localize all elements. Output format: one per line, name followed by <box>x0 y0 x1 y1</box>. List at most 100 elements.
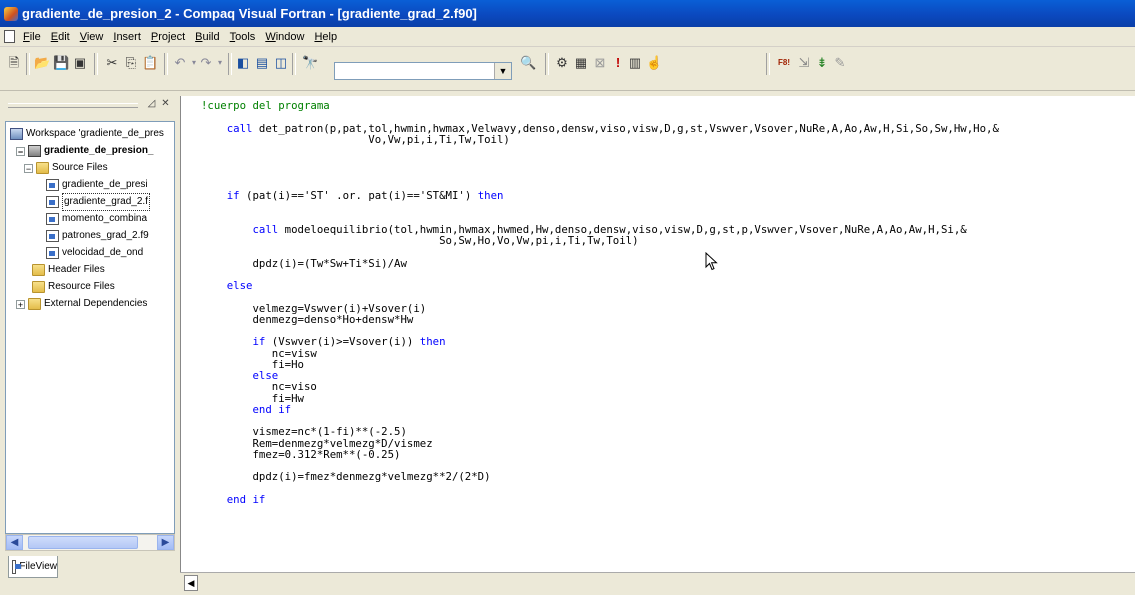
tree-item[interactable]: Workspace 'gradiente_de_pres <box>10 126 164 142</box>
tree-item-label: momento_combina <box>62 213 148 224</box>
pane-restore-icon[interactable]: ◿ <box>146 98 157 109</box>
mouse-cursor-icon <box>705 252 718 271</box>
copy-icon[interactable]: ⎘ <box>123 55 139 71</box>
menu-item[interactable]: Window <box>265 31 304 43</box>
scroll-left-icon[interactable]: ◀ <box>184 575 198 591</box>
redo-dropdown-icon[interactable]: ▾ <box>212 55 228 71</box>
tree-item-label: patrones_grad_2.f9 <box>62 230 149 241</box>
expand-icon[interactable]: + <box>16 299 25 309</box>
build-icon[interactable]: ▦ <box>573 55 589 71</box>
toolbar-separator <box>292 53 296 75</box>
save-icon[interactable]: 💾 <box>53 55 69 71</box>
code-editor[interactable]: !cuerpo del programa call det_patron(p,p… <box>180 96 1135 572</box>
scroll-left-icon[interactable]: ◀ <box>6 535 23 550</box>
collapse-icon[interactable]: − <box>24 163 33 173</box>
editor-horizontal-scrollbar[interactable]: ◀ <box>180 572 1135 592</box>
workspace-icon <box>10 128 23 140</box>
menu-item[interactable]: Help <box>314 31 337 43</box>
tree-item[interactable]: velocidad_de_ond <box>46 245 143 261</box>
tree-item-label: Resource Files <box>48 281 115 292</box>
find-dropdown-button[interactable]: ▼ <box>494 63 511 79</box>
debug-icon[interactable]: ⇟ <box>814 55 830 71</box>
save-all-icon[interactable]: ▣ <box>72 55 88 71</box>
tree-item-label: External Dependencies <box>44 298 148 309</box>
toolbar-separator <box>94 53 98 75</box>
menu-item-label: nsert <box>116 30 141 43</box>
menu-item-label: roject <box>158 30 186 43</box>
code-text[interactable]: !cuerpo del programa call det_patron(p,p… <box>201 100 999 505</box>
pane-grip[interactable] <box>8 103 138 108</box>
window-title: gradiente_de_presion_2 - Compaq Visual F… <box>22 6 477 21</box>
toolbar: 🗎 📂 💾 ▣ ✂ ⎘ 📋 ↶ ▾ ↷ ▾ ◧ ▤ ◫ 🔭 🔍 ⚙ ▦ ⊠ ! … <box>0 47 1135 91</box>
go-icon[interactable]: ☝ <box>646 55 662 71</box>
scroll-right-icon[interactable]: ▶ <box>157 535 174 550</box>
code-line: So,Sw,Ho,Vo,Vw,pi,i,Ti,Tw,Toil) <box>201 234 639 247</box>
tree-item[interactable]: Header Files <box>32 262 105 278</box>
tree-item[interactable]: − gradiente_de_presion_ <box>16 143 153 159</box>
execute-icon[interactable]: ! <box>610 55 626 71</box>
menu-item[interactable]: Edit <box>51 31 70 43</box>
tree-item-label: gradiente_grad_2.f <box>62 193 150 211</box>
code-line: dpdz(i)=fmez*denmezg*velmezg**2/(2*D) <box>201 470 491 484</box>
menu-item-label: uild <box>202 30 220 43</box>
menu-item[interactable]: View <box>80 31 104 43</box>
document-icon[interactable] <box>4 30 15 43</box>
folder-icon <box>32 264 45 276</box>
title-bar[interactable]: gradiente_de_presion_2 - Compaq Visual F… <box>0 0 1135 27</box>
cut-icon[interactable]: ✂ <box>104 55 120 71</box>
file-icon <box>46 179 59 191</box>
tab-fileview[interactable]: FileView <box>8 556 58 578</box>
menu-item-accelerator: E <box>50 30 59 43</box>
menu-item[interactable]: File <box>23 31 41 43</box>
toolbar-separator <box>228 53 232 75</box>
tab-fileview-label: FileView <box>19 561 57 572</box>
scroll-thumb[interactable] <box>28 536 138 549</box>
step-icon[interactable]: ⇲ <box>796 55 812 71</box>
workspace-icon[interactable]: ◧ <box>235 55 251 71</box>
tree-item-label: Source Files <box>52 162 108 173</box>
windows-icon[interactable]: ◫ <box>273 55 289 71</box>
folder-icon <box>28 298 41 310</box>
code-line: !cuerpo del programa <box>201 99 330 112</box>
file-tree: Workspace 'gradiente_de_pres − gradiente_d… <box>5 121 175 534</box>
menu-item[interactable]: Insert <box>113 31 141 43</box>
code-line: Vo,Vw,pi,i,Ti,Tw,Toil) <box>201 132 510 146</box>
paste-icon[interactable]: 📋 <box>142 55 158 71</box>
tree-item[interactable]: + External Dependencies <box>16 296 147 312</box>
menu-item[interactable]: Tools <box>230 31 256 43</box>
find-in-files-icon[interactable]: 🔭 <box>302 55 318 71</box>
tree-item-label: velocidad_de_ond <box>62 247 144 258</box>
folder-icon <box>32 281 45 293</box>
code-line: dpdz(i)=(Tw*Sw+Ti*Si)/Aw <box>201 256 407 270</box>
tree-horizontal-scrollbar[interactable]: ◀ ▶ <box>5 534 175 551</box>
file-icon <box>46 247 59 259</box>
menu-item[interactable]: Build <box>195 31 219 43</box>
menu-item[interactable]: Project <box>151 31 185 43</box>
find-icon[interactable]: 🔍 <box>520 55 536 71</box>
tree-item[interactable]: − Source Files <box>24 160 108 176</box>
pane-close-icon[interactable]: ✕ <box>160 98 171 109</box>
file-icon <box>46 196 59 208</box>
collapse-icon[interactable]: − <box>16 146 25 156</box>
tree-item[interactable]: gradiente_grad_2.f <box>46 193 150 211</box>
tree-item[interactable]: momento_combina <box>46 211 147 227</box>
breakpoint-icon[interactable]: ▥ <box>627 55 643 71</box>
workspace-pane-header: ◿ ✕ <box>3 96 175 114</box>
output-icon[interactable]: ▤ <box>254 55 270 71</box>
tree-item[interactable]: gradiente_de_presi <box>46 177 148 193</box>
stop-build-icon[interactable]: ⊠ <box>592 55 608 71</box>
tree-item-label: Workspace 'gradiente_de_pres <box>26 128 164 139</box>
pen-icon[interactable]: ✎ <box>832 55 848 71</box>
toolbar-separator <box>26 53 30 75</box>
menu-item-accelerator: B <box>195 30 203 43</box>
open-folder-icon[interactable]: 📂 <box>34 55 50 71</box>
compile-icon[interactable]: ⚙ <box>554 55 570 71</box>
find-input[interactable] <box>334 62 512 80</box>
tree-item-label: gradiente_de_presi <box>62 179 148 190</box>
tree-item[interactable]: Resource Files <box>32 279 115 295</box>
f8-icon[interactable]: F8! <box>776 55 792 71</box>
new-file-icon[interactable]: 🗎 <box>6 55 22 71</box>
file-icon <box>46 213 59 225</box>
tree-item[interactable]: patrones_grad_2.f9 <box>46 228 149 244</box>
tree-item-label: gradiente_de_presion_ <box>44 145 154 156</box>
